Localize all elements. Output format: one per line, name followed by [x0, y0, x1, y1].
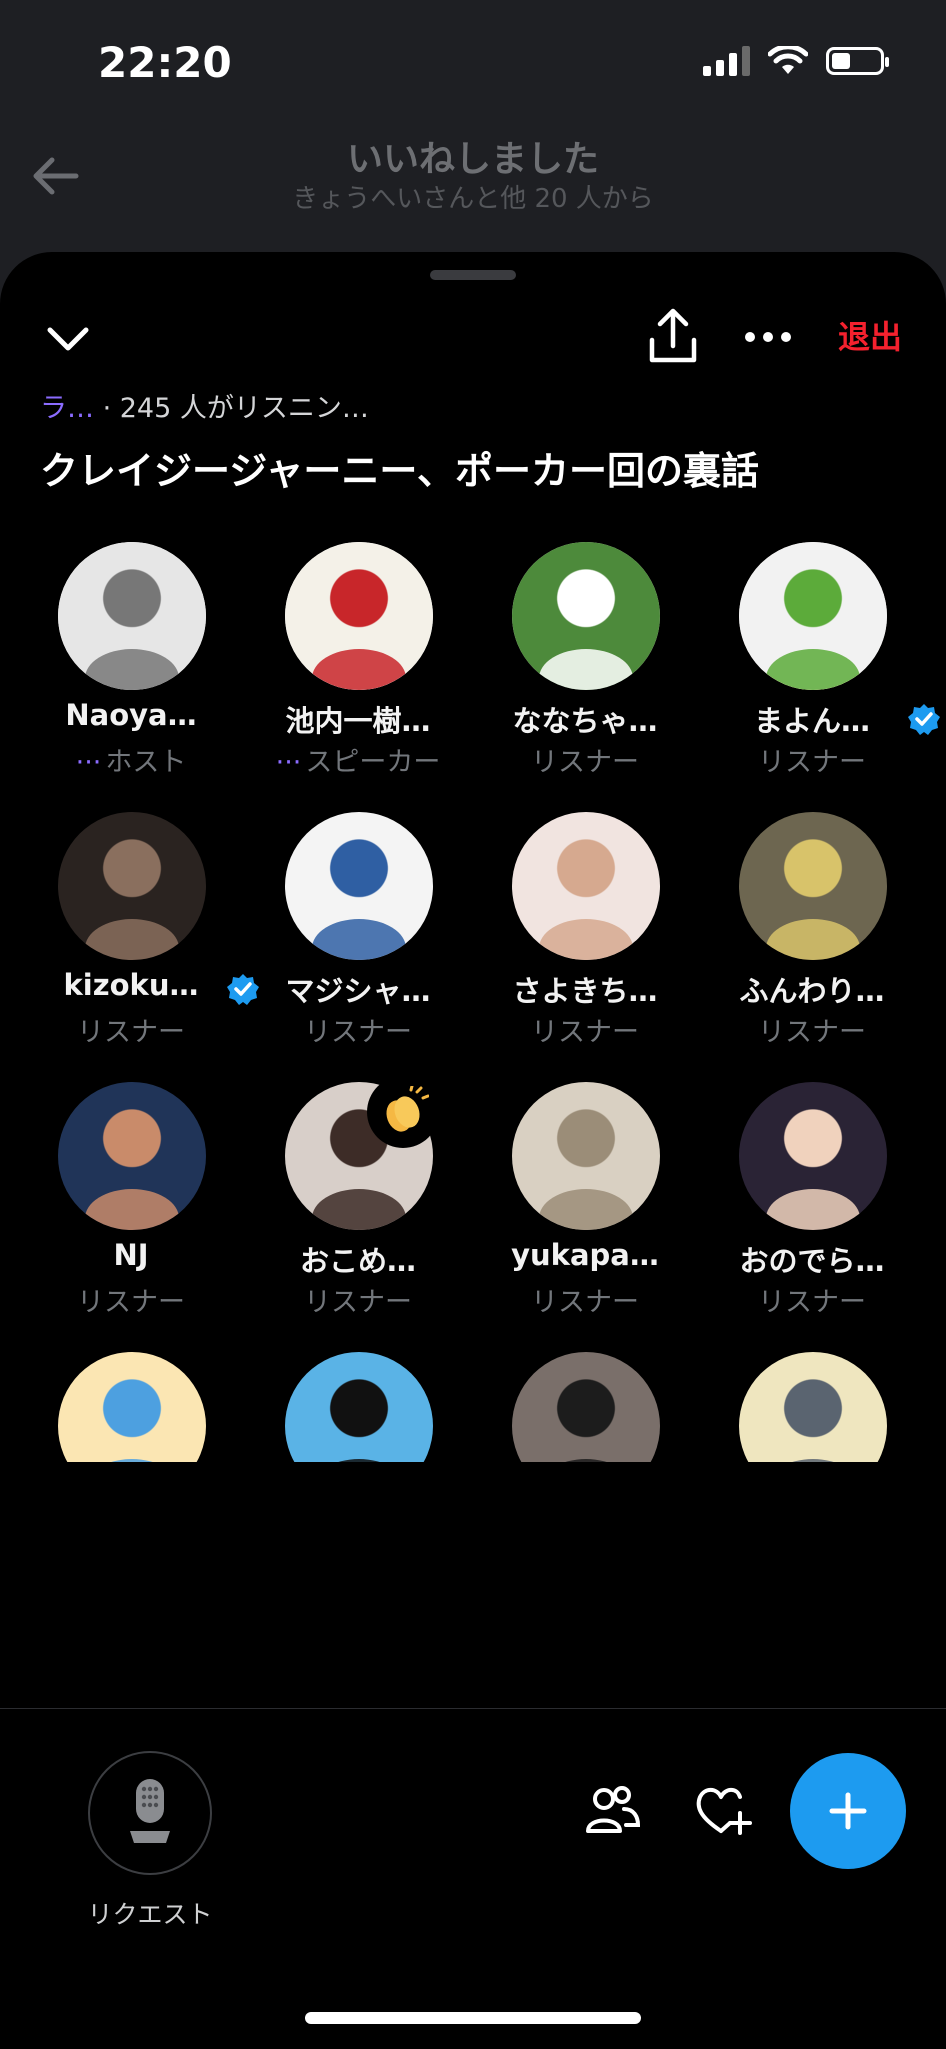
participant-name: おのでら…	[739, 1244, 885, 1278]
avatar[interactable]	[285, 812, 433, 960]
participant-card[interactable]: おのでら… リスナー	[697, 1082, 927, 1332]
participant-role: リスナー	[16, 1010, 246, 1049]
background-title: いいねしました	[346, 139, 599, 180]
participant-role: リスナー	[697, 1010, 927, 1049]
live-tag: ラ…	[40, 393, 94, 424]
participant-card[interactable]: kizoku… リスナー	[16, 812, 259, 1062]
participant-card[interactable]	[16, 542, 246, 792]
participant-card[interactable]: ふんわり… リスナー	[697, 812, 927, 1062]
role-text: リスナー	[531, 1017, 639, 1048]
participant-name: マジシャ…	[285, 974, 431, 1008]
participants-grid: Naoya… ··· ホスト 池内一樹… ··· スピーカー ななちゃ… リスナー まよん… リス…	[0, 542, 946, 1462]
participant-card[interactable]	[470, 542, 700, 792]
avatar[interactable]	[739, 812, 887, 960]
wifi-icon	[768, 46, 808, 74]
participant-card[interactable]: NJ リスナー	[16, 1082, 246, 1332]
participant-card[interactable]: マジシャ… リスナー	[243, 812, 473, 1062]
participant-role: リスナー	[697, 1280, 927, 1319]
request-mic-button[interactable]	[88, 1751, 212, 1875]
participant-name: yukapa…	[511, 1238, 659, 1272]
participant-name: おこめ…	[299, 1244, 416, 1278]
participant-name: ふんわり…	[739, 974, 885, 1008]
microphone-icon	[130, 1779, 170, 1843]
compose-button[interactable]	[790, 1753, 906, 1869]
avatar[interactable]	[58, 1082, 206, 1230]
avatar[interactable]	[739, 1082, 887, 1230]
clap-reaction-icon	[367, 1076, 439, 1148]
participant-card[interactable]: しらぽん…リスナー	[470, 1352, 700, 1462]
participant-role: リスナー	[243, 1280, 473, 1319]
listener-count: · 245 人がリスニン…	[102, 393, 369, 424]
participant-card[interactable]: 黒髪しゃ…リスナー	[243, 1352, 473, 1462]
background-subtitle: きょうへいさんと他 20 人から	[292, 184, 654, 214]
home-indicator[interactable]	[305, 2012, 641, 2024]
plus-icon	[829, 1792, 867, 1830]
background-header: いいねしました きょうへいさんと他 20 人から	[0, 120, 946, 260]
chevron-down-icon[interactable]	[40, 310, 96, 366]
role-text: リスナー	[77, 1287, 185, 1318]
participant-role: リスナー	[16, 1280, 246, 1319]
clock: 22:20	[98, 38, 232, 87]
role-text: リスナー	[304, 1287, 412, 1318]
avatar[interactable]	[739, 542, 887, 690]
space-sheet: 退出 ラ… · 245 人がリスニン… クレイジージャーニー、ポーカー回の裏話 …	[0, 252, 946, 2049]
participant-role: リスナー	[470, 1010, 700, 1049]
battery-icon	[826, 47, 889, 75]
participant-card[interactable]: 有坂汀リスナー	[697, 1352, 927, 1462]
status-bar: 22:20	[0, 0, 946, 125]
cellular-signal-icon	[703, 46, 750, 76]
bottom-bar: リクエスト	[0, 1708, 946, 2049]
battery-level	[832, 53, 850, 69]
status-icons	[703, 46, 889, 76]
avatar[interactable]	[512, 812, 660, 960]
participant-name: さよきち…	[512, 974, 658, 1008]
avatar[interactable]	[512, 542, 660, 690]
role-text: リスナー	[77, 1017, 185, 1048]
role-text: リスナー	[758, 1287, 866, 1318]
avatar[interactable]	[58, 812, 206, 960]
participant-card[interactable]: yukapa… リスナー	[470, 1082, 700, 1332]
avatar[interactable]	[58, 542, 206, 690]
participant-role: リスナー	[470, 1280, 700, 1319]
participant-role: リスナー	[243, 1010, 473, 1049]
avatar[interactable]	[512, 1352, 660, 1462]
avatar[interactable]	[285, 1352, 433, 1462]
leave-button[interactable]: 退出	[838, 312, 902, 358]
role-text: リスナー	[531, 1287, 639, 1318]
avatar[interactable]	[512, 1082, 660, 1230]
role-text: リスナー	[758, 1017, 866, 1048]
request-label: リクエスト	[87, 1900, 213, 1929]
avatar[interactable]	[285, 542, 433, 690]
space-meta: ラ… · 245 人がリスニン…	[40, 386, 369, 425]
avatar[interactable]	[58, 1352, 206, 1462]
more-options-icon[interactable]	[740, 312, 796, 362]
participant-card[interactable]: おこめ… リスナー	[243, 1076, 473, 1332]
participant-name: kizoku…	[63, 968, 199, 1002]
space-title: クレイジージャーニー、ポーカー回の裏話	[40, 449, 759, 493]
heart-add-icon[interactable]	[690, 1779, 752, 1841]
participant-name: NJ	[113, 1238, 149, 1272]
people-icon[interactable]	[580, 1779, 642, 1841]
participant-card[interactable]: Lillianリスナー	[16, 1352, 246, 1462]
participant-card[interactable]	[697, 542, 927, 792]
avatar[interactable]	[739, 1352, 887, 1462]
share-icon[interactable]	[640, 304, 706, 370]
participant-card[interactable]: さよきち… リスナー	[470, 812, 700, 1062]
participant-card[interactable]	[243, 542, 473, 792]
sheet-grabber[interactable]	[430, 270, 516, 280]
role-text: リスナー	[304, 1017, 412, 1048]
